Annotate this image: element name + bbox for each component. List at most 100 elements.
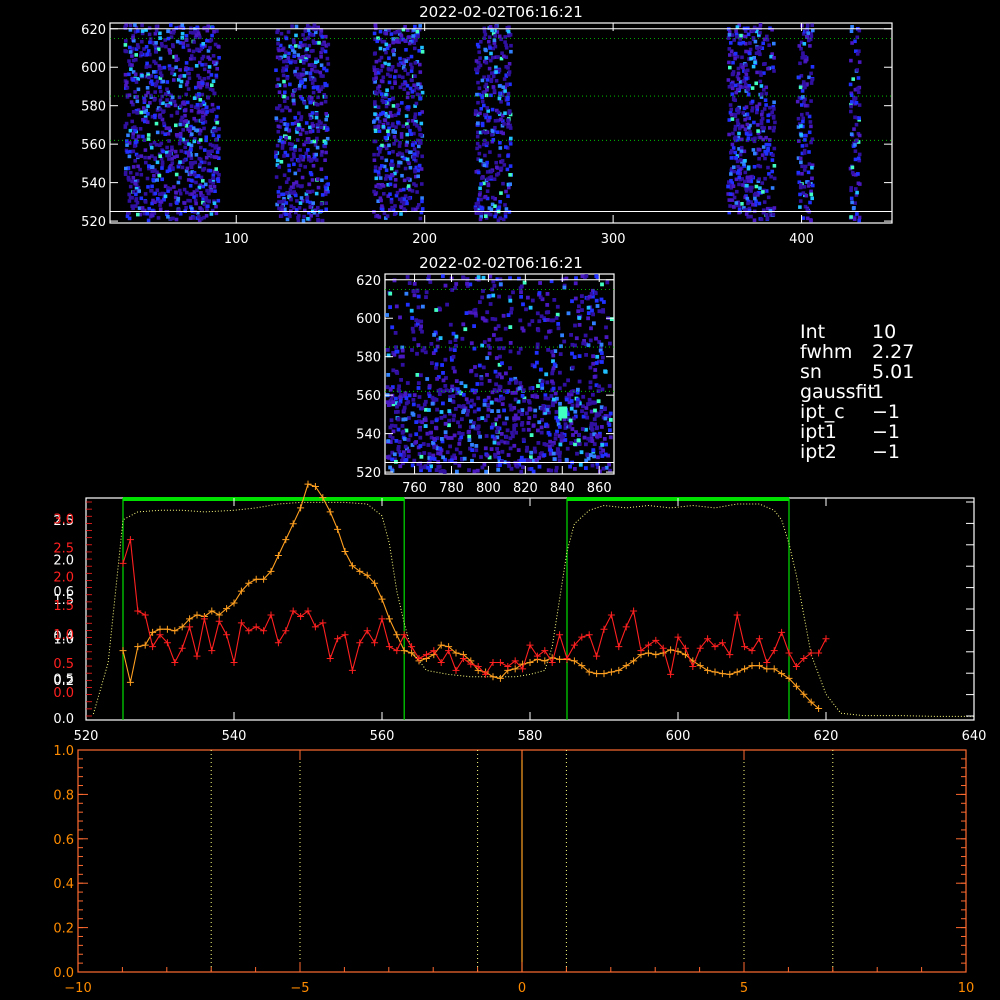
heat-pixel — [772, 56, 776, 60]
heat-pixel — [184, 66, 188, 70]
heat-pixel — [158, 85, 162, 90]
heat-pixel — [755, 110, 759, 115]
heat-pixel — [442, 470, 447, 474]
heat-pixel — [421, 304, 425, 309]
heat-pixel — [405, 149, 409, 153]
y-tick-label: 0.6 — [53, 833, 74, 848]
heat-pixel — [389, 32, 394, 36]
heat-pixel — [753, 39, 758, 44]
data-point — [341, 631, 349, 639]
heat-pixel — [497, 153, 502, 158]
heat-pixel — [735, 189, 739, 194]
heat-pixel — [163, 132, 167, 136]
heat-pixel — [483, 153, 487, 158]
data-point — [622, 662, 630, 670]
heat-pixel — [739, 33, 743, 38]
heat-pixel — [173, 149, 178, 154]
heat-pixel — [476, 417, 481, 421]
heat-pixel — [505, 440, 510, 445]
heat-pixel — [530, 394, 535, 398]
y-tick-label: 540 — [81, 177, 106, 192]
heat-pixel — [508, 164, 513, 168]
heat-pixel — [497, 96, 502, 101]
heat-pixel — [498, 463, 502, 467]
heat-pixel — [166, 36, 171, 41]
heat-pixel — [418, 62, 422, 67]
heat-pixel — [487, 351, 492, 356]
heat-pixel — [854, 100, 859, 105]
heat-pixel — [506, 453, 511, 457]
heat-pixel — [726, 184, 730, 189]
heat-pixel — [418, 24, 422, 28]
heat-pixel — [464, 311, 469, 315]
heat-pixel — [280, 199, 284, 204]
heat-pixel — [752, 56, 756, 60]
heat-pixel — [484, 48, 488, 53]
heat-pixel — [757, 148, 762, 152]
heat-pixel — [727, 60, 731, 65]
heat-pixel — [143, 155, 147, 160]
heat-pixel — [413, 61, 418, 65]
data-point — [733, 611, 741, 619]
heat-pixel — [301, 218, 306, 223]
data-point — [526, 641, 534, 649]
heat-pixel — [496, 55, 500, 59]
heat-pixel — [180, 23, 185, 28]
heat-pixel — [558, 370, 562, 375]
data-point — [822, 635, 830, 643]
heat-pixel — [733, 150, 737, 155]
heat-pixel — [731, 60, 735, 65]
data-point — [711, 668, 719, 676]
heat-pixel — [486, 109, 490, 113]
heat-pixel — [508, 446, 513, 451]
heat-pixel — [187, 48, 192, 53]
heat-pixel — [563, 422, 568, 427]
heat-pixel — [476, 100, 480, 105]
heat-pixel — [443, 421, 448, 426]
heat-pixel — [217, 127, 221, 131]
heat-pixel — [281, 66, 286, 71]
heat-pixel — [759, 217, 764, 222]
heat-pixel — [202, 67, 207, 72]
heat-pixel — [770, 110, 774, 114]
heat-pixel — [379, 112, 383, 116]
heat-pixel — [190, 192, 195, 196]
heat-pixel — [732, 165, 736, 169]
data-point — [274, 551, 282, 559]
heat-pixel — [478, 111, 482, 116]
heat-pixel — [182, 158, 187, 163]
heat-pixel — [127, 59, 131, 63]
heat-pixel — [735, 87, 740, 92]
heat-pixel — [420, 90, 425, 95]
heat-pixel — [771, 128, 776, 133]
heat-pixel — [855, 68, 859, 72]
heat-pixel — [420, 50, 425, 54]
heat-pixel — [596, 399, 601, 404]
heat-pixel — [759, 121, 764, 126]
heat-pixel — [482, 29, 487, 34]
heat-pixel — [395, 371, 400, 375]
heat-pixel — [595, 434, 599, 438]
heat-pixel — [153, 191, 158, 196]
heat-pixel — [206, 149, 211, 154]
heat-pixel — [413, 24, 417, 29]
heat-pixel — [165, 145, 169, 150]
heat-pixel — [156, 216, 161, 220]
heat-pixel — [767, 43, 771, 47]
heat-pixel — [406, 125, 410, 129]
heat-pixel — [509, 136, 513, 141]
heat-pixel — [148, 37, 153, 41]
heat-pixel — [380, 64, 385, 68]
info-value: 5.01 — [872, 361, 915, 383]
heat-pixel — [521, 302, 525, 307]
heat-pixel — [569, 333, 573, 337]
data-point — [371, 639, 379, 647]
heat-pixel — [406, 176, 410, 181]
heat-pixel — [454, 447, 459, 452]
data-point — [785, 649, 793, 657]
heat-pixel — [320, 218, 325, 223]
heat-pixel — [465, 277, 470, 281]
heat-pixel — [181, 41, 186, 45]
heat-pixel — [394, 125, 398, 129]
heat-pixel — [148, 142, 153, 147]
